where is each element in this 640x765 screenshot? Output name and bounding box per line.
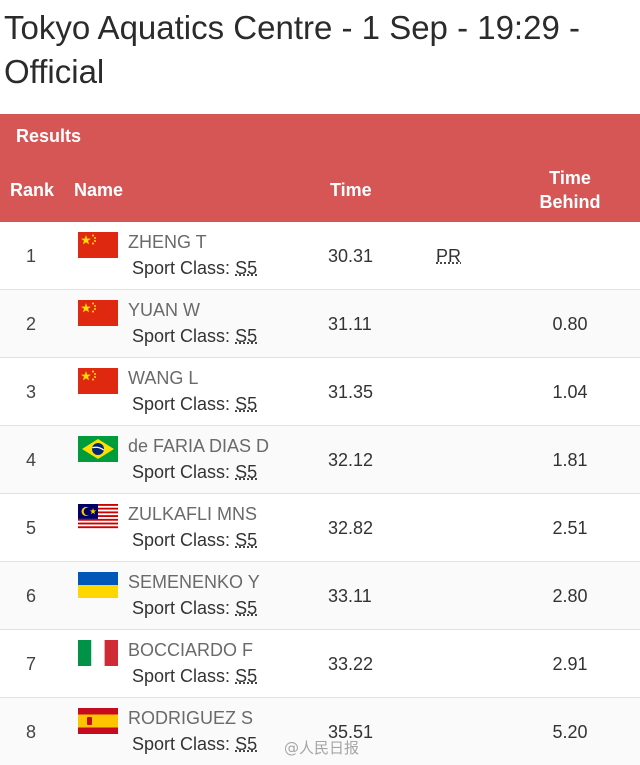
sport-class: Sport Class: S5 bbox=[132, 462, 257, 483]
rank-cell: 8 bbox=[26, 722, 36, 743]
time-behind-cell: 0.80 bbox=[520, 314, 620, 335]
results-section-label: Results bbox=[16, 126, 81, 147]
column-header-time-behind: Time Behind bbox=[520, 166, 620, 214]
sport-class-value[interactable]: S5 bbox=[235, 530, 257, 550]
results-table-body: 1 ZHENG T Sport Class: S5 30.31 PR 2 YUA… bbox=[0, 222, 640, 765]
table-row: 5 ZULKAFLI MNS Sport Class: S5 32.82 2.5… bbox=[0, 494, 640, 562]
athlete-name[interactable]: de FARIA DIAS D bbox=[128, 436, 269, 457]
time-behind-cell: 1.04 bbox=[520, 382, 620, 403]
sport-class: Sport Class: S5 bbox=[132, 734, 257, 755]
record-badge[interactable]: PR bbox=[436, 246, 461, 267]
sport-class-value[interactable]: S5 bbox=[235, 462, 257, 482]
table-row: 4 de FARIA DIAS D Sport Class: S5 32.12 … bbox=[0, 426, 640, 494]
sport-class-value[interactable]: S5 bbox=[235, 326, 257, 346]
time-cell: 30.31 bbox=[328, 246, 373, 267]
table-row: 6 SEMENENKO Y Sport Class: S5 33.11 2.80 bbox=[0, 562, 640, 630]
rank-cell: 6 bbox=[26, 586, 36, 607]
china-flag-icon bbox=[78, 368, 118, 394]
athlete-name[interactable]: RODRIGUEZ S bbox=[128, 708, 253, 729]
rank-cell: 3 bbox=[26, 382, 36, 403]
watermark: @人民日报 bbox=[284, 737, 359, 758]
athlete-name[interactable]: YUAN W bbox=[128, 300, 200, 321]
table-row: 3 WANG L Sport Class: S5 31.35 1.04 bbox=[0, 358, 640, 426]
sport-class-label: Sport Class: bbox=[132, 734, 230, 754]
table-row: 1 ZHENG T Sport Class: S5 30.31 PR bbox=[0, 222, 640, 290]
brazil-flag-icon bbox=[78, 436, 118, 462]
sport-class-label: Sport Class: bbox=[132, 666, 230, 686]
sport-class-value[interactable]: S5 bbox=[235, 598, 257, 618]
rank-cell: 2 bbox=[26, 314, 36, 335]
time-cell: 31.11 bbox=[328, 314, 372, 335]
sport-class-value[interactable]: S5 bbox=[235, 258, 257, 278]
sport-class-label: Sport Class: bbox=[132, 394, 230, 414]
italy-flag-icon bbox=[78, 640, 118, 666]
athlete-name[interactable]: WANG L bbox=[128, 368, 198, 389]
time-behind-cell: 2.51 bbox=[520, 518, 620, 539]
sport-class-value[interactable]: S5 bbox=[235, 666, 257, 686]
sport-class: Sport Class: S5 bbox=[132, 666, 257, 687]
sport-class: Sport Class: S5 bbox=[132, 530, 257, 551]
time-cell: 33.22 bbox=[328, 654, 373, 675]
results-table-header: Results Rank Name Time Time Behind bbox=[0, 114, 640, 222]
time-behind-cell: 2.91 bbox=[520, 654, 620, 675]
time-cell: 32.82 bbox=[328, 518, 373, 539]
sport-class-label: Sport Class: bbox=[132, 326, 230, 346]
time-cell: 33.11 bbox=[328, 586, 372, 607]
sport-class: Sport Class: S5 bbox=[132, 394, 257, 415]
time-cell: 32.12 bbox=[328, 450, 373, 471]
table-row: 2 YUAN W Sport Class: S5 31.11 0.80 bbox=[0, 290, 640, 358]
sport-class-value[interactable]: S5 bbox=[235, 734, 257, 754]
rank-cell: 5 bbox=[26, 518, 36, 539]
time-behind-cell: 5.20 bbox=[520, 722, 620, 743]
ukraine-flag-icon bbox=[78, 572, 118, 598]
rank-cell: 4 bbox=[26, 450, 36, 471]
time-cell: 31.35 bbox=[328, 382, 373, 403]
spain-flag-icon bbox=[78, 708, 118, 734]
athlete-name[interactable]: BOCCIARDO F bbox=[128, 640, 253, 661]
malaysia-flag-icon bbox=[78, 504, 118, 530]
china-flag-icon bbox=[78, 300, 118, 326]
rank-cell: 1 bbox=[26, 246, 36, 267]
sport-class-label: Sport Class: bbox=[132, 598, 230, 618]
sport-class: Sport Class: S5 bbox=[132, 598, 257, 619]
china-flag-icon bbox=[78, 232, 118, 258]
sport-class-label: Sport Class: bbox=[132, 462, 230, 482]
sport-class-label: Sport Class: bbox=[132, 530, 230, 550]
rank-cell: 7 bbox=[26, 654, 36, 675]
page-title: Tokyo Aquatics Centre - 1 Sep - 19:29 - … bbox=[4, 6, 604, 94]
sport-class: Sport Class: S5 bbox=[132, 326, 257, 347]
column-header-time: Time bbox=[330, 178, 372, 202]
column-header-name: Name bbox=[74, 178, 123, 202]
time-behind-cell: 1.81 bbox=[520, 450, 620, 471]
athlete-name[interactable]: SEMENENKO Y bbox=[128, 572, 260, 593]
athlete-name[interactable]: ZHENG T bbox=[128, 232, 207, 253]
time-behind-cell: 2.80 bbox=[520, 586, 620, 607]
sport-class: Sport Class: S5 bbox=[132, 258, 257, 279]
sport-class-value[interactable]: S5 bbox=[235, 394, 257, 414]
column-header-rank: Rank bbox=[10, 178, 54, 202]
sport-class-label: Sport Class: bbox=[132, 258, 230, 278]
table-row: 7 BOCCIARDO F Sport Class: S5 33.22 2.91 bbox=[0, 630, 640, 698]
athlete-name[interactable]: ZULKAFLI MNS bbox=[128, 504, 257, 525]
